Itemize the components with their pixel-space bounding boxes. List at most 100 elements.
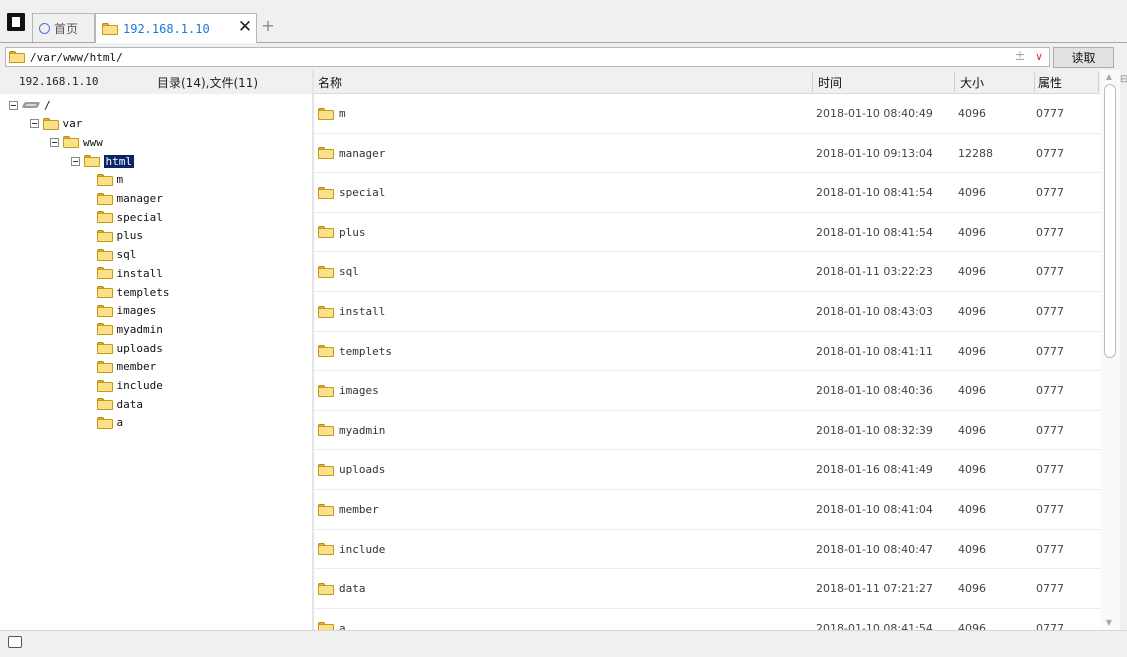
file-time: 2018-01-11 03:22:23 <box>816 265 933 279</box>
folder-icon <box>318 345 334 358</box>
file-attr: 0777 <box>1036 344 1064 358</box>
file-name: manager <box>339 146 386 160</box>
collapse-icon[interactable] <box>9 100 18 110</box>
file-name-cell: member <box>318 490 379 529</box>
tree-node[interactable]: m <box>96 171 123 189</box>
folder-icon <box>96 379 113 392</box>
file-size: 4096 <box>958 423 986 437</box>
collapse-icon[interactable] <box>70 156 80 166</box>
file-size: 4096 <box>958 186 986 200</box>
file-attr: 0777 <box>1036 542 1064 556</box>
table-row[interactable]: install 2018-01-10 08:43:03 4096 0777 <box>314 292 1100 332</box>
panel-toggle-icon[interactable]: ⊟ <box>1120 74 1127 90</box>
folder-icon <box>318 147 334 160</box>
file-time: 2018-01-10 08:40:47 <box>816 542 933 556</box>
file-name: install <box>339 305 386 318</box>
tree-node[interactable]: uploads <box>96 339 163 357</box>
host-label: 192.168.1.10 <box>19 75 99 88</box>
table-row[interactable]: m 2018-01-10 08:40:49 4096 0777 <box>314 94 1100 134</box>
file-time: 2018-01-11 07:21:27 <box>816 582 933 596</box>
file-name: sql <box>339 265 359 279</box>
tree-node[interactable]: myadmin <box>96 320 163 338</box>
scroll-down-icon[interactable]: ▼ <box>1102 618 1116 628</box>
file-name: include <box>339 542 386 556</box>
tree-node[interactable]: / <box>9 96 51 114</box>
tab-home-label: 首页 <box>54 21 79 36</box>
tree-node[interactable]: plus <box>96 227 144 245</box>
directory-tree: / var www html m manager special plus sql install… <box>0 94 312 630</box>
column-header-name[interactable]: 名称 <box>318 74 342 91</box>
tree-node[interactable]: a <box>96 414 123 432</box>
tab-server[interactable]: 192.168.1.10 <box>95 13 257 43</box>
folder-open-icon <box>83 155 100 168</box>
tab-home[interactable]: 首页 <box>32 13 95 42</box>
file-name-cell: m <box>318 94 346 133</box>
table-row[interactable]: special 2018-01-10 08:41:54 4096 0777 <box>314 173 1100 213</box>
collapse-icon[interactable] <box>29 119 39 129</box>
folder-icon <box>96 248 113 261</box>
column-header-size[interactable]: 大小 <box>960 74 984 91</box>
tree-node[interactable]: images <box>96 302 156 320</box>
file-size: 4096 <box>958 463 986 477</box>
folder-icon <box>318 186 334 199</box>
table-row[interactable]: member 2018-01-10 08:41:04 4096 0777 <box>314 490 1100 530</box>
add-tab-icon[interactable]: + <box>260 16 276 36</box>
folder-icon <box>96 304 113 317</box>
tree-node-label: sql <box>116 248 137 262</box>
column-separator[interactable] <box>954 72 955 92</box>
tree-node[interactable]: special <box>96 208 163 226</box>
file-attr: 0777 <box>1036 186 1064 200</box>
column-separator[interactable] <box>812 72 813 92</box>
chevron-down-icon[interactable]: ∨ <box>1031 48 1047 66</box>
file-size: 4096 <box>958 582 986 596</box>
scrollbar-thumb[interactable] <box>1104 84 1116 358</box>
folder-icon <box>318 503 334 516</box>
scroll-up-icon[interactable]: ▲ <box>1102 72 1116 82</box>
tree-node-label: templets <box>116 285 170 299</box>
table-row[interactable]: include 2018-01-10 08:40:47 4096 0777 <box>314 530 1100 570</box>
tree-node[interactable]: var <box>29 115 82 133</box>
tree-node[interactable]: data <box>96 395 143 413</box>
file-attr: 0777 <box>1036 107 1064 120</box>
tree-node-label: www <box>83 135 103 149</box>
tree-node[interactable]: html <box>70 152 135 170</box>
table-row[interactable]: sql 2018-01-11 03:22:23 4096 0777 <box>314 252 1100 292</box>
column-separator[interactable] <box>1034 72 1035 92</box>
table-row[interactable]: manager 2018-01-10 09:13:04 12288 0777 <box>314 134 1100 174</box>
folder-icon <box>9 51 25 63</box>
read-button[interactable]: 读取 <box>1053 47 1114 68</box>
table-row[interactable]: templets 2018-01-10 08:41:11 4096 0777 <box>314 332 1100 372</box>
file-name: m <box>339 107 346 120</box>
table-row[interactable]: myadmin 2018-01-10 08:32:39 4096 0777 <box>314 411 1100 451</box>
table-row[interactable]: a 2018-01-10 08:41:54 4096 0777 <box>314 609 1100 630</box>
tree-node-label: plus <box>116 229 144 243</box>
table-row[interactable]: uploads 2018-01-16 08:41:49 4096 0777 <box>314 450 1100 490</box>
table-row[interactable]: data 2018-01-11 07:21:27 4096 0777 <box>314 569 1100 609</box>
folder-icon <box>318 543 334 556</box>
tree-node[interactable]: www <box>50 133 103 151</box>
tree-node-label: include <box>116 379 163 392</box>
tree-node[interactable]: sql <box>96 246 137 264</box>
tree-node[interactable]: member <box>96 358 156 376</box>
table-row[interactable]: images 2018-01-10 08:40:36 4096 0777 <box>314 371 1100 411</box>
close-tab-icon[interactable]: ✕ <box>237 17 253 37</box>
table-row[interactable]: plus 2018-01-10 08:41:54 4096 0777 <box>314 213 1100 253</box>
tree-node[interactable]: templets <box>96 283 170 301</box>
collapse-icon[interactable] <box>50 137 59 147</box>
tree-node[interactable]: include <box>96 377 163 395</box>
app-logo-icon[interactable] <box>7 13 25 31</box>
window-icon[interactable] <box>8 636 22 648</box>
column-header-attr[interactable]: 属性 <box>1038 74 1062 91</box>
file-size: 4096 <box>958 542 986 556</box>
plus-minus-icon[interactable]: ± <box>1013 48 1027 66</box>
tree-node[interactable]: install <box>96 264 163 282</box>
folder-icon <box>63 136 79 149</box>
file-attr: 0777 <box>1036 265 1064 279</box>
column-separator[interactable] <box>1098 72 1099 92</box>
file-list: m 2018-01-10 08:40:49 4096 0777 manager 2018-… <box>314 94 1100 630</box>
file-time: 2018-01-10 08:41:04 <box>816 503 933 516</box>
path-input[interactable]: /var/www/html/ <box>5 47 1050 67</box>
file-time: 2018-01-10 08:41:54 <box>816 621 933 630</box>
tree-node[interactable]: manager <box>96 190 163 208</box>
column-header-time[interactable]: 时间 <box>818 74 842 91</box>
